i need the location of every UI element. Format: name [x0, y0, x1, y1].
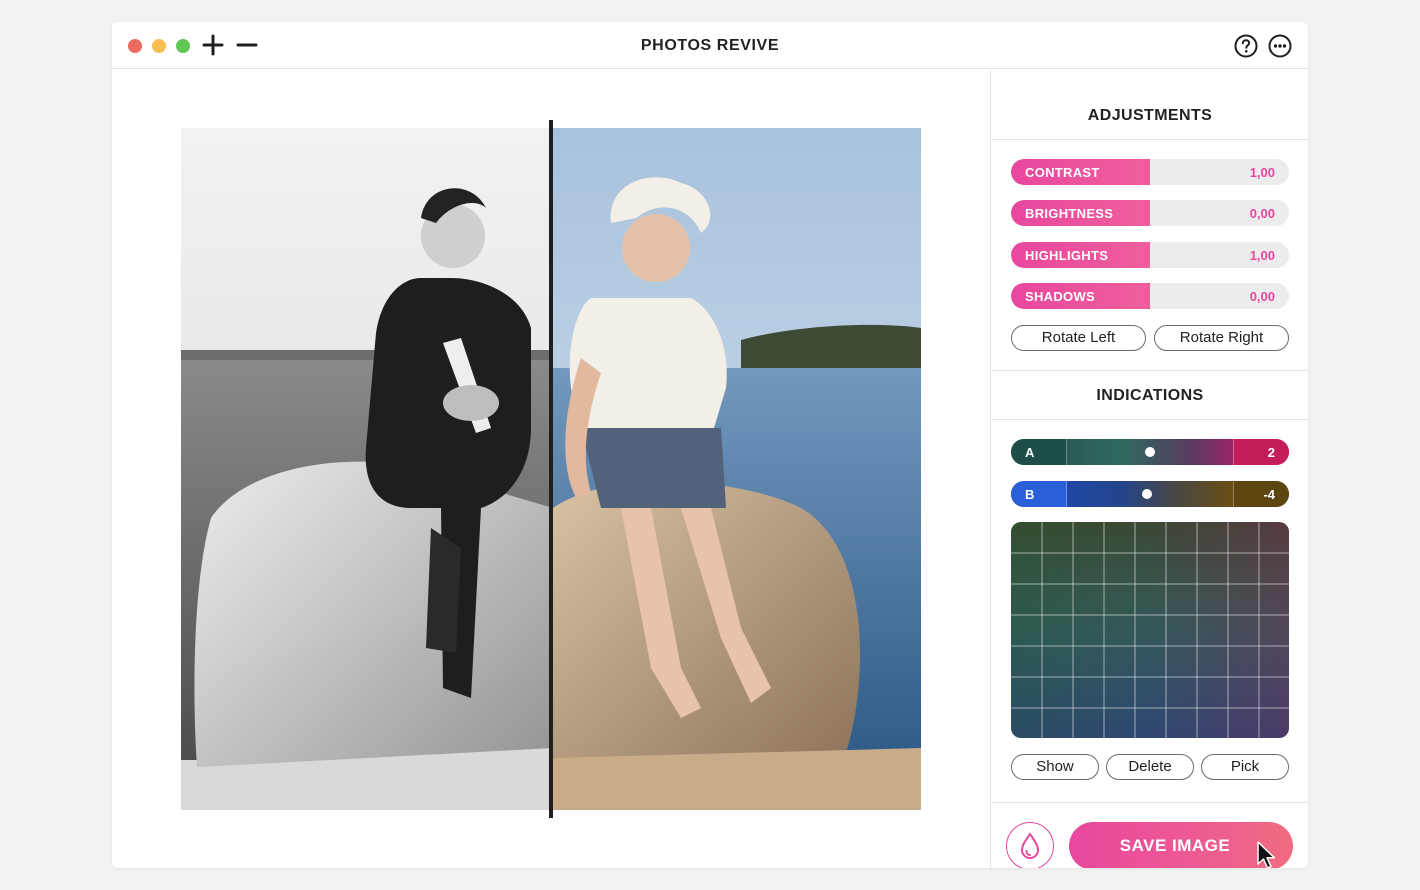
indication-a-tag — [1011, 439, 1067, 465]
contrast-slider-value: 1,00 — [1249, 165, 1275, 180]
save-image-button[interactable]: SAVE IMAGE — [1069, 822, 1293, 868]
indication-a-knob[interactable] — [1145, 447, 1155, 457]
indication-b-value-tag — [1233, 481, 1289, 507]
show-button[interactable]: Show — [1011, 754, 1099, 780]
brightness-slider-value: 0,00 — [1249, 206, 1275, 221]
title-bar: PHOTOS REVIVE — [112, 22, 1308, 69]
shadows-slider-value: 0,00 — [1249, 289, 1275, 304]
rotate-right-button[interactable]: Rotate Right — [1154, 325, 1289, 351]
adjustments-title: ADJUSTMENTS — [1087, 107, 1213, 124]
indication-a-value: 2 — [1267, 445, 1275, 460]
before-after-divider-handle[interactable] — [549, 120, 553, 818]
color-grid-picker[interactable] — [1011, 522, 1289, 738]
more-icon[interactable] — [1268, 34, 1294, 60]
contrast-slider[interactable]: CONTRAST 1,00 — [1011, 159, 1289, 185]
delete-button[interactable]: Delete — [1106, 754, 1194, 780]
divider — [991, 370, 1308, 371]
app-title: PHOTOS REVIVE — [640, 37, 780, 54]
rotate-left-button[interactable]: Rotate Left — [1011, 325, 1146, 351]
pick-button[interactable]: Pick — [1201, 754, 1289, 780]
indication-b-label: B — [1025, 487, 1035, 502]
shadows-slider[interactable]: SHADOWS 0,00 — [1011, 283, 1289, 309]
help-icon[interactable] — [1234, 34, 1260, 60]
brightness-slider[interactable]: BRIGHTNESS 0,00 — [1011, 200, 1289, 226]
highlights-slider-label: HIGHLIGHTS — [1025, 248, 1109, 263]
divider — [991, 802, 1308, 803]
app-window: PHOTOS REVIVE ADJUSTMENTS CONTRAST 1,00 … — [112, 22, 1308, 868]
indications-title: INDICATIONS — [1096, 387, 1204, 404]
photo-canvas — [112, 70, 990, 868]
highlights-slider[interactable]: HIGHLIGHTS 1,00 — [1011, 242, 1289, 268]
indication-b-slider[interactable]: B -4 — [1011, 481, 1289, 507]
save-image-label: SAVE IMAGE — [1119, 836, 1231, 855]
color-drop-button[interactable] — [1006, 822, 1054, 868]
divider — [991, 419, 1308, 420]
divider — [991, 139, 1308, 140]
indication-a-slider[interactable]: A 2 — [1011, 439, 1289, 465]
indication-b-knob[interactable] — [1141, 489, 1152, 499]
highlights-slider-value: 1,00 — [1249, 248, 1275, 263]
contrast-slider-label: CONTRAST — [1025, 165, 1100, 180]
drop-icon — [1020, 832, 1040, 860]
brightness-slider-label: BRIGHTNESS — [1025, 206, 1114, 221]
shadows-slider-label: SHADOWS — [1025, 289, 1095, 304]
indication-b-tag — [1011, 481, 1067, 507]
sidebar-panel: ADJUSTMENTS CONTRAST 1,00 BRIGHTNESS 0,0… — [990, 70, 1308, 868]
color-grid-lines — [1011, 522, 1289, 738]
indication-a-label: A — [1025, 445, 1035, 460]
indication-b-value: -4 — [1263, 487, 1275, 502]
indication-a-value-tag — [1233, 439, 1289, 465]
